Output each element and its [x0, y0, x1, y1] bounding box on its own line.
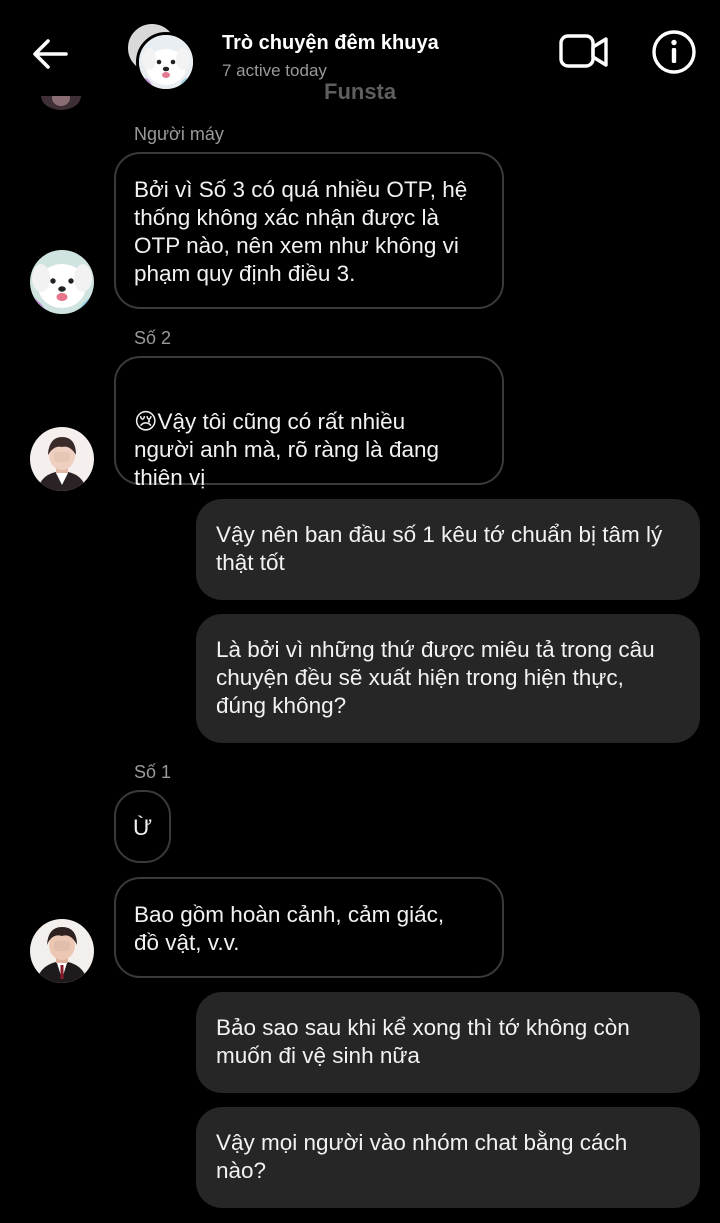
message-bubble[interactable]: Vậy mọi người vào nhóm chat bằng cách nà…: [196, 1107, 700, 1208]
group-avatar[interactable]: [126, 22, 196, 92]
message-bubble[interactable]: Bao gồm hoàn cảnh, cảm giác, đồ vật, v.v…: [114, 877, 504, 978]
message-bubble[interactable]: Vậy nên ban đầu số 1 kêu tớ chuẩn bị tâm…: [196, 499, 700, 600]
avatar[interactable]: [30, 427, 94, 491]
sender-name: Số 1: [134, 762, 172, 782]
chat-title[interactable]: Trò chuyện đêm khuya: [222, 32, 439, 55]
avatar[interactable]: [30, 250, 94, 314]
message-bubble[interactable]: Bởi vì Số 3 có quá nhiều OTP, hệ thống k…: [114, 152, 504, 309]
message-bubble[interactable]: 😢Vậy tôi cũng có rất nhiều người anh mà,…: [114, 356, 504, 490]
partial-avatar: [40, 96, 82, 112]
info-button[interactable]: [650, 28, 698, 76]
avatar[interactable]: [30, 919, 94, 983]
sender-name: Số 2: [134, 328, 172, 348]
message-bubble[interactable]: Là bởi vì những thứ được miêu tả trong c…: [196, 614, 700, 743]
back-button[interactable]: [28, 32, 72, 76]
info-circle-icon: [652, 30, 696, 74]
message-bubble[interactable]: Ừ: [114, 790, 171, 863]
watermark: Funsta: [324, 79, 397, 104]
video-call-button[interactable]: [558, 30, 610, 74]
active-status: 7 active today: [222, 61, 327, 80]
message-bubble[interactable]: Bảo sao sau khi kể xong thì tớ không còn…: [196, 992, 700, 1093]
message-text: Vậy tôi cũng có rất nhiều người anh mà, …: [134, 409, 440, 490]
crying-face-icon: 😢: [134, 409, 158, 434]
sender-name: Người máy: [134, 124, 224, 144]
dog-avatar: [136, 32, 196, 92]
video-camera-icon: [559, 34, 608, 68]
arrow-left-icon: [33, 39, 68, 69]
